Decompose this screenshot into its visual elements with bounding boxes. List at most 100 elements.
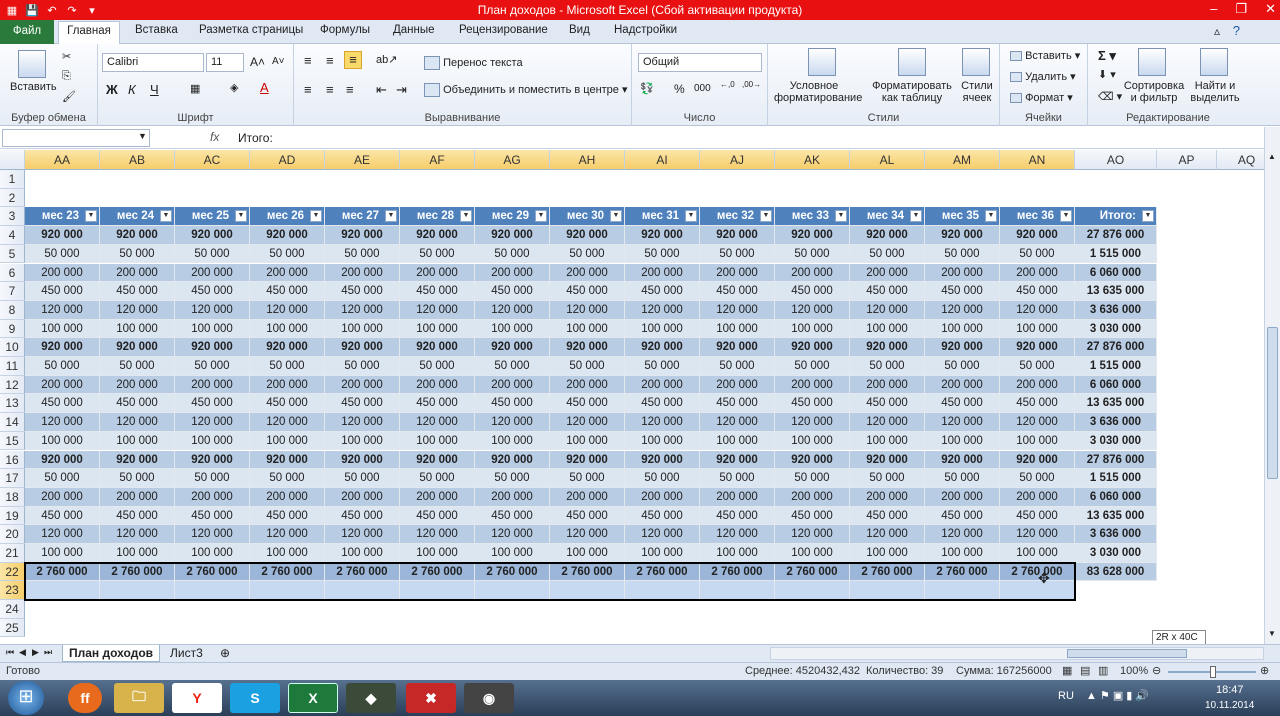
row-header[interactable]: 20 — [0, 525, 25, 544]
table-cell[interactable]: 50 000 — [325, 244, 400, 264]
table-cell[interactable]: 450 000 — [100, 506, 175, 526]
table-cell[interactable]: 50 000 — [175, 469, 250, 488]
total-cell[interactable]: 6 060 000 — [1075, 487, 1157, 507]
row-header[interactable]: 4 — [0, 226, 25, 245]
minimize-icon[interactable]: – — [1210, 1, 1217, 17]
table-header-cell[interactable]: мес 23 ▼ — [25, 207, 100, 227]
zoom-out-icon[interactable]: ⊖ — [1152, 664, 1161, 677]
table-cell[interactable]: 450 000 — [700, 282, 775, 301]
horizontal-scrollbar[interactable] — [770, 647, 1264, 660]
selected-cell[interactable] — [625, 581, 700, 601]
find-select-icon[interactable] — [1200, 48, 1228, 76]
table-cell[interactable]: 120 000 — [250, 525, 325, 544]
table-cell[interactable]: 50 000 — [250, 244, 325, 264]
paste-icon[interactable] — [18, 50, 46, 78]
row-header[interactable]: 7 — [0, 282, 25, 301]
table-cell[interactable]: 450 000 — [775, 506, 850, 526]
table-cell[interactable]: 120 000 — [700, 300, 775, 320]
increase-decimal-icon[interactable]: ←,0 — [720, 80, 735, 89]
table-cell[interactable]: 120 000 — [775, 525, 850, 544]
table-cell[interactable]: 200 000 — [550, 487, 625, 507]
table-cell[interactable]: 120 000 — [400, 413, 475, 432]
table-cell[interactable]: 450 000 — [925, 506, 1000, 526]
table-cell[interactable]: 50 000 — [700, 469, 775, 488]
table-cell[interactable]: 920 000 — [625, 226, 700, 245]
table-cell[interactable]: 100 000 — [625, 431, 700, 451]
selected-cell[interactable] — [325, 581, 400, 601]
column-header[interactable]: AA — [25, 150, 100, 170]
table-cell[interactable]: 100 000 — [25, 431, 100, 451]
explorer-icon[interactable]: 🗀 — [114, 683, 164, 713]
filter-dropdown-icon[interactable]: ▼ — [85, 210, 97, 223]
filter-dropdown-icon[interactable]: ▼ — [1060, 210, 1072, 223]
table-cell[interactable]: 100 000 — [325, 319, 400, 339]
table-cell[interactable]: 920 000 — [25, 338, 100, 357]
table-cell[interactable]: 120 000 — [100, 300, 175, 320]
language-indicator[interactable]: RU — [1058, 690, 1074, 702]
table-cell[interactable]: 100 000 — [625, 544, 700, 563]
table-cell[interactable]: 100 000 — [700, 431, 775, 451]
shrink-font-icon[interactable]: A˅ — [272, 56, 285, 67]
filter-dropdown-icon[interactable]: ▼ — [835, 210, 847, 223]
table-cell[interactable]: 450 000 — [775, 394, 850, 414]
total-cell[interactable]: 3 636 000 — [1075, 413, 1157, 432]
table-cell[interactable]: 120 000 — [175, 300, 250, 320]
table-cell[interactable]: 100 000 — [175, 431, 250, 451]
font-name-select[interactable]: Calibri — [102, 53, 204, 72]
cell-styles-button[interactable]: Стили ячеек — [956, 80, 998, 104]
table-cell[interactable]: 200 000 — [700, 263, 775, 283]
selected-cell[interactable] — [100, 581, 175, 601]
table-cell[interactable]: 920 000 — [100, 450, 175, 470]
percent-icon[interactable]: % — [674, 82, 685, 96]
table-cell[interactable]: 450 000 — [250, 506, 325, 526]
table-cell[interactable]: 50 000 — [700, 357, 775, 376]
row-header[interactable]: 11 — [0, 357, 25, 376]
table-cell[interactable]: 100 000 — [700, 319, 775, 339]
table-header-cell[interactable]: мес 34 ▼ — [850, 207, 925, 227]
total-cell[interactable]: 13 635 000 — [1075, 506, 1157, 526]
table-cell[interactable]: 200 000 — [325, 487, 400, 507]
row-header[interactable]: 21 — [0, 544, 25, 563]
table-cell[interactable]: 200 000 — [100, 263, 175, 283]
column-header[interactable]: AE — [325, 150, 400, 170]
insert-function-icon[interactable]: fx — [210, 130, 219, 144]
table-cell[interactable]: 120 000 — [250, 413, 325, 432]
table-cell[interactable]: 920 000 — [775, 450, 850, 470]
filter-dropdown-icon[interactable]: ▼ — [310, 210, 322, 223]
column-header[interactable]: AO — [1075, 150, 1157, 170]
worksheet-grid[interactable]: AA AB AC AD AE AF AG AH AI AJ AK AL AM AN AO AP AQ 1 2 3 4 5 6… — [0, 150, 1264, 644]
row-header[interactable]: 17 — [0, 469, 25, 488]
row-header[interactable]: 22 — [0, 562, 25, 582]
row-header[interactable]: 16 — [0, 450, 25, 470]
zoom-in-icon[interactable]: ⊕ — [1260, 664, 1269, 677]
clear-icon[interactable]: ⌫ ▾ — [1098, 90, 1122, 103]
table-cell[interactable]: 920 000 — [850, 450, 925, 470]
filter-dropdown-icon[interactable]: ▼ — [760, 210, 772, 223]
table-cell[interactable]: 920 000 — [925, 226, 1000, 245]
table-header-cell[interactable]: мес 25 ▼ — [175, 207, 250, 227]
tab-formulas[interactable]: Формулы — [320, 24, 370, 36]
column-header[interactable]: AK — [775, 150, 850, 170]
table-cell[interactable]: 920 000 — [100, 338, 175, 357]
total-row-cell[interactable]: 2 760 000 — [700, 562, 775, 582]
table-cell[interactable]: 50 000 — [1000, 469, 1075, 488]
table-cell[interactable]: 120 000 — [850, 525, 925, 544]
table-header-cell[interactable]: мес 35 ▼ — [925, 207, 1000, 227]
sheet-tab-list3[interactable]: Лист3 — [164, 645, 209, 662]
table-cell[interactable]: 920 000 — [1000, 226, 1075, 245]
thousands-icon[interactable]: 000 — [694, 83, 711, 94]
align-left-icon[interactable]: ≡ — [304, 82, 312, 97]
table-cell[interactable]: 920 000 — [400, 338, 475, 357]
table-cell[interactable]: 120 000 — [325, 300, 400, 320]
selected-cell[interactable] — [175, 581, 250, 601]
table-header-cell[interactable]: мес 27 ▼ — [325, 207, 400, 227]
normal-view-icon[interactable]: ▦ — [1062, 664, 1072, 677]
table-cell[interactable]: 100 000 — [625, 319, 700, 339]
table-cell[interactable]: 120 000 — [325, 413, 400, 432]
table-cell[interactable]: 450 000 — [550, 394, 625, 414]
filter-dropdown-icon[interactable]: ▼ — [160, 210, 172, 223]
sheet-nav-prev-icon[interactable]: ◀ — [19, 647, 26, 658]
table-cell[interactable]: 200 000 — [25, 263, 100, 283]
table-cell[interactable]: 450 000 — [850, 282, 925, 301]
table-cell[interactable]: 200 000 — [925, 375, 1000, 395]
